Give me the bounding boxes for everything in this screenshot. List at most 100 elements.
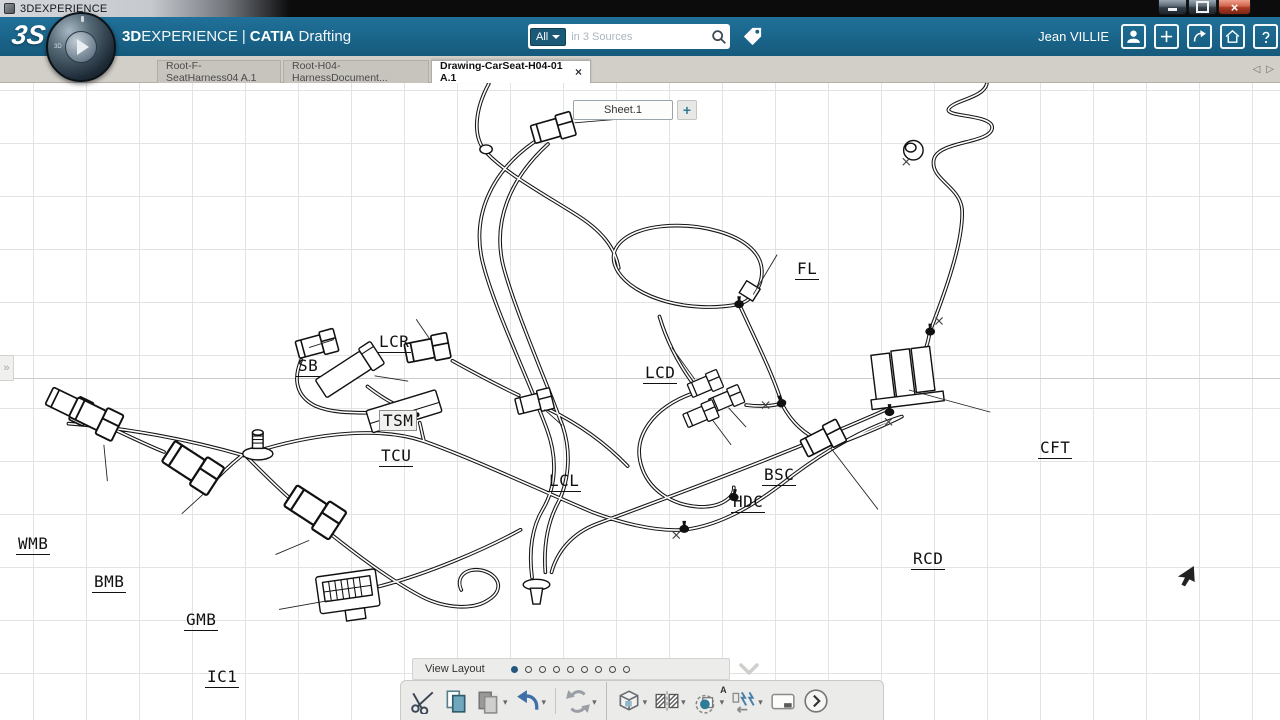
share-button[interactable] <box>1187 24 1212 49</box>
chevron-down-icon[interactable] <box>642 692 648 710</box>
layout-dot[interactable] <box>553 666 560 673</box>
layout-dot[interactable] <box>609 666 616 673</box>
chevron-down-icon[interactable] <box>541 692 547 710</box>
app-brand: 3DEXPERIENCE | CATIA Drafting <box>122 17 351 56</box>
view-layout-dots[interactable] <box>511 666 630 673</box>
layout-dot[interactable] <box>623 666 630 673</box>
undo-button[interactable] <box>512 684 550 718</box>
close-icon[interactable] <box>1218 0 1251 15</box>
restore-icon[interactable] <box>1188 0 1217 15</box>
grommet[interactable] <box>243 430 273 460</box>
harness-label-fl: FL <box>795 259 819 280</box>
layout-dot[interactable] <box>525 666 532 673</box>
broken-view-button[interactable] <box>728 684 766 718</box>
harness-label-tcu: TCU <box>379 446 413 467</box>
view-layout-label: View Layout <box>425 663 485 675</box>
sheet-tab-label: Sheet.1 <box>604 104 642 116</box>
harness-label-lcl: LCL <box>547 471 581 492</box>
drawing-canvas[interactable]: FL LCR SB TSM TCU LCL LCD BSC HDC CFT RC… <box>0 83 1280 720</box>
connector-fl[interactable] <box>739 281 760 301</box>
add-sheet-button[interactable]: + <box>677 100 697 120</box>
avatar-icon <box>1125 28 1142 45</box>
detail-view-button[interactable]: A <box>690 684 728 718</box>
harness-label-ic1: IC1 <box>205 667 239 688</box>
search-box[interactable]: All <box>528 24 730 49</box>
compass-play-area[interactable] <box>65 31 97 63</box>
chevron-down-icon[interactable] <box>591 692 597 710</box>
chevron-down-icon[interactable] <box>736 656 762 682</box>
layout-dot[interactable] <box>581 666 588 673</box>
user-name: Jean VILLIE <box>1038 29 1109 44</box>
device-ic1[interactable] <box>315 569 381 625</box>
sheet-tab[interactable]: Sheet.1 <box>573 100 673 120</box>
connector-hdc[interactable] <box>682 399 720 429</box>
chevron-down-icon[interactable] <box>757 692 763 710</box>
harness-label-gmb: GMB <box>184 610 218 631</box>
help-button[interactable] <box>1253 24 1278 49</box>
connector-wmb[interactable] <box>67 394 124 441</box>
tab-close-icon[interactable]: × <box>575 65 582 79</box>
chevron-down-icon[interactable] <box>502 692 508 710</box>
fastener-clip[interactable] <box>904 141 923 160</box>
broken-view-icon <box>731 688 757 714</box>
paste-button[interactable] <box>473 684 511 718</box>
connector-top[interactable] <box>529 111 576 146</box>
update-button[interactable] <box>562 684 600 718</box>
harness-label-bmb: BMB <box>92 572 126 593</box>
view-layout-bar[interactable]: View Layout <box>412 658 730 680</box>
harness-connectors <box>44 111 944 624</box>
chevron-down-icon <box>552 35 560 39</box>
cursor-pointer <box>1178 566 1195 586</box>
search-icon[interactable] <box>710 28 728 46</box>
home-icon <box>1224 28 1241 45</box>
section-view-icon <box>654 688 680 714</box>
section-view-button[interactable] <box>651 684 689 718</box>
tab-scroll-left-icon[interactable] <box>1253 63 1261 77</box>
compass-north-tick <box>81 16 84 22</box>
layout-dot-active[interactable] <box>511 666 518 673</box>
device-cft[interactable] <box>865 345 944 409</box>
harness-label-lcd: LCD <box>643 363 677 384</box>
search-scope-label: All <box>536 31 548 43</box>
funnel-grommet[interactable] <box>523 579 550 604</box>
more-tools-icon <box>803 688 829 714</box>
sheet-background-button[interactable] <box>767 684 799 718</box>
minimize-icon[interactable] <box>1158 0 1187 15</box>
copy-button[interactable] <box>440 684 472 718</box>
more-tools-button[interactable] <box>800 684 832 718</box>
layout-dot[interactable] <box>539 666 546 673</box>
sheet-background-icon <box>770 688 796 714</box>
view-creation-button[interactable] <box>613 684 651 718</box>
help-icon <box>1258 29 1274 45</box>
add-content-button[interactable] <box>1154 24 1179 49</box>
compass-3d-label: 3D <box>54 44 62 50</box>
layout-dot[interactable] <box>567 666 574 673</box>
panel-expand-icon[interactable] <box>0 355 14 381</box>
add-sheet-icon: + <box>683 102 691 118</box>
tag-icon[interactable] <box>741 25 764 48</box>
window-titlebar: 3DEXPERIENCE <box>0 0 1280 17</box>
ring-clip <box>480 145 492 154</box>
avatar[interactable] <box>1121 24 1146 49</box>
bottom-toolbar: A <box>400 680 884 720</box>
chevron-down-icon[interactable] <box>680 692 686 710</box>
harness-label-cft: CFT <box>1038 438 1072 459</box>
tab-scroll-right-icon[interactable] <box>1266 63 1274 77</box>
brand-app-name: Drafting <box>299 28 352 45</box>
connector-gmb[interactable] <box>282 482 347 540</box>
home-button[interactable] <box>1220 24 1245 49</box>
tab-root-f-seatharness[interactable]: Root-F-SeatHarness04 A.1 <box>157 60 281 83</box>
layout-dot[interactable] <box>595 666 602 673</box>
search-scope-dropdown[interactable]: All <box>530 28 566 46</box>
search-input[interactable] <box>566 31 710 43</box>
brand-experience: EXPERIENCE <box>141 28 238 45</box>
toolbar-group-divider <box>606 682 607 720</box>
harness-label-wmb: WMB <box>16 534 50 555</box>
harness-label-tsm[interactable]: TSM <box>379 410 417 431</box>
harness-label-rcd: RCD <box>911 549 945 570</box>
3d-compass[interactable]: 3D <box>46 12 116 82</box>
tab-root-h04-harnessdocument[interactable]: Root-H04-HarnessDocument... <box>283 60 429 83</box>
harness-label-sb: SB <box>296 356 320 377</box>
tab-drawing-carseat-active[interactable]: Drawing-CarSeat-H04-01 A.1 × <box>431 60 591 83</box>
cut-button[interactable] <box>407 684 439 718</box>
